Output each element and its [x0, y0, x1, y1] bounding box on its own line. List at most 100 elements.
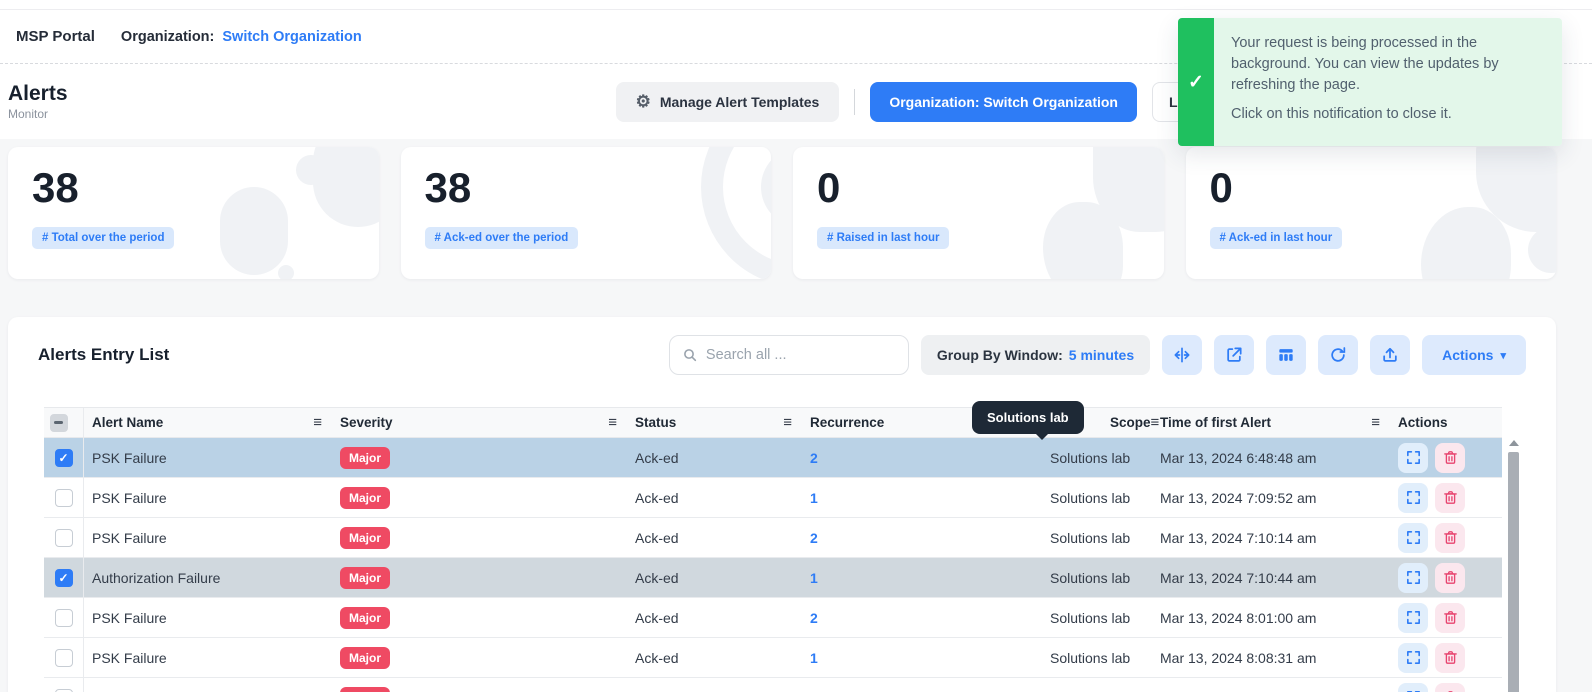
manage-alert-templates-button[interactable]: ⚙ Manage Alert Templates: [616, 82, 840, 122]
cell-time: Mar 13, 2024 7:10:14 am: [1152, 530, 1390, 546]
row-checkbox[interactable]: ✓: [55, 449, 73, 467]
expand-alert-button[interactable]: [1398, 483, 1428, 513]
delete-alert-button[interactable]: [1435, 523, 1465, 553]
cell-actions: [1390, 563, 1502, 593]
column-menu-icon[interactable]: ≡: [783, 414, 792, 431]
expand-alert-button[interactable]: [1398, 683, 1428, 692]
group-by-label: Group By Window:: [937, 347, 1063, 363]
search-box: [669, 335, 909, 375]
gear-icon: ⚙: [636, 93, 651, 110]
check-icon: ✓: [1188, 71, 1204, 94]
cell-status: Ack-ed: [627, 570, 802, 586]
recurrence-link[interactable]: 2: [810, 610, 818, 626]
row-checkbox[interactable]: ✓: [55, 609, 73, 627]
column-menu-icon[interactable]: ≡: [608, 414, 617, 431]
list-title: Alerts Entry List: [38, 345, 169, 365]
severity-badge: Major: [340, 567, 390, 589]
recurrence-link[interactable]: 1: [810, 650, 818, 666]
delete-alert-button[interactable]: [1435, 603, 1465, 633]
brand-msp-portal[interactable]: MSP Portal: [16, 28, 95, 45]
chevron-down-icon: ▾: [1500, 349, 1506, 362]
recurrence-link[interactable]: 2: [810, 530, 818, 546]
refresh-icon: [1328, 345, 1348, 365]
col-time-first-alert: Time of first Alert≡: [1152, 408, 1390, 437]
stat-cards: 38 # Total over the period 38 # Ack-ed o…: [8, 147, 1556, 279]
expand-icon: [1405, 449, 1422, 466]
expand-icon: [1405, 569, 1422, 586]
severity-badge: Major: [340, 447, 390, 469]
organization-selector: Organization: Switch Organization: [121, 29, 362, 45]
page-title-block: Alerts Monitor: [8, 82, 68, 121]
recurrence-link[interactable]: 1: [810, 570, 818, 586]
col-resize-icon: [1172, 345, 1192, 365]
table-scrollbar[interactable]: [1508, 440, 1519, 692]
success-toast[interactable]: ✓ Your request is being processed in the…: [1178, 18, 1562, 146]
delete-alert-button[interactable]: [1435, 483, 1465, 513]
delete-alert-button[interactable]: [1435, 563, 1465, 593]
table-row: ✓ PSK Failure Major Ack-ed 2 Solutions l…: [44, 598, 1502, 638]
trash-icon: [1442, 569, 1459, 586]
stat-label-badge: # Ack-ed over the period: [425, 227, 579, 249]
stat-label-badge: # Total over the period: [32, 227, 174, 249]
expand-alert-button[interactable]: [1398, 523, 1428, 553]
organization-switch-button[interactable]: Organization: Switch Organization: [870, 82, 1137, 122]
cell-severity: Major: [332, 567, 627, 589]
stat-value: 38: [32, 165, 355, 211]
recurrence-link[interactable]: 1: [810, 490, 818, 506]
row-checkbox[interactable]: ✓: [55, 649, 73, 667]
severity-badge: Major: [340, 647, 390, 669]
row-checkbox[interactable]: ✓: [55, 489, 73, 507]
expand-icon: [1405, 609, 1422, 626]
alerts-entry-list-panel: Alerts Entry List Group By Window: 5 min…: [8, 317, 1556, 692]
expand-alert-button[interactable]: [1398, 443, 1428, 473]
refresh-button[interactable]: [1318, 335, 1358, 375]
column-menu-icon[interactable]: ≡: [1371, 414, 1380, 431]
expand-icon: [1405, 489, 1422, 506]
column-menu-icon[interactable]: ≡: [313, 414, 322, 431]
search-input[interactable]: [706, 347, 896, 363]
row-checkbox[interactable]: ✓: [55, 529, 73, 547]
group-by-window-chip[interactable]: Group By Window: 5 minutes: [921, 335, 1150, 375]
alerts-table: Alert Name≡ Severity≡ Status≡ Recurrence…: [44, 407, 1556, 692]
cell-scope: Solutions lab: [1042, 530, 1152, 546]
cell-actions: [1390, 683, 1502, 692]
scrollbar-thumb[interactable]: [1508, 452, 1519, 692]
cell-severity: Major: [332, 527, 627, 549]
cell-time: Mar 13, 2024 7:10:44 am: [1152, 570, 1390, 586]
cell-status: Ack-ed: [627, 490, 802, 506]
switch-organization-link[interactable]: Switch Organization: [222, 29, 361, 45]
cell-status: Ack-ed: [627, 650, 802, 666]
cell-alert-name: Authorization Failure: [84, 570, 332, 586]
window-top-strip: [0, 0, 1592, 10]
cell-severity: Major: [332, 607, 627, 629]
columns-button[interactable]: [1266, 335, 1306, 375]
resize-columns-button[interactable]: [1162, 335, 1202, 375]
table-row: ✓ PSK Failure Major Ack-ed 2 Solutions l…: [44, 518, 1502, 558]
severity-badge: Major: [340, 487, 390, 509]
cell-actions: [1390, 643, 1502, 673]
cell-alert-name: PSK Failure: [84, 450, 332, 466]
expand-alert-button[interactable]: [1398, 563, 1428, 593]
expand-alert-button[interactable]: [1398, 643, 1428, 673]
row-checkbox[interactable]: ✓: [55, 689, 73, 692]
actions-dropdown-button[interactable]: Actions ▾: [1422, 335, 1526, 375]
cell-recurrence: 2: [802, 530, 1042, 546]
recurrence-link[interactable]: 2: [810, 450, 818, 466]
stat-value: 0: [1210, 165, 1533, 211]
row-checkbox[interactable]: ✓: [55, 569, 73, 587]
delete-alert-button[interactable]: [1435, 683, 1465, 692]
delete-alert-button[interactable]: [1435, 643, 1465, 673]
open-external-button[interactable]: [1214, 335, 1254, 375]
expand-alert-button[interactable]: [1398, 603, 1428, 633]
severity-badge: Major: [340, 607, 390, 629]
search-icon: [682, 347, 698, 363]
cell-alert-name: PSK Failure: [84, 610, 332, 626]
table-row: ✓ Authorization Failure Major Ack-ed 1 S…: [44, 558, 1502, 598]
cell-severity: Major: [332, 647, 627, 669]
cell-scope: Solutions lab: [1042, 570, 1152, 586]
cell-status: Ack-ed: [627, 530, 802, 546]
scroll-up-arrow-icon[interactable]: [1509, 440, 1519, 446]
delete-alert-button[interactable]: [1435, 443, 1465, 473]
export-button[interactable]: [1370, 335, 1410, 375]
select-all-checkbox[interactable]: [50, 414, 68, 432]
